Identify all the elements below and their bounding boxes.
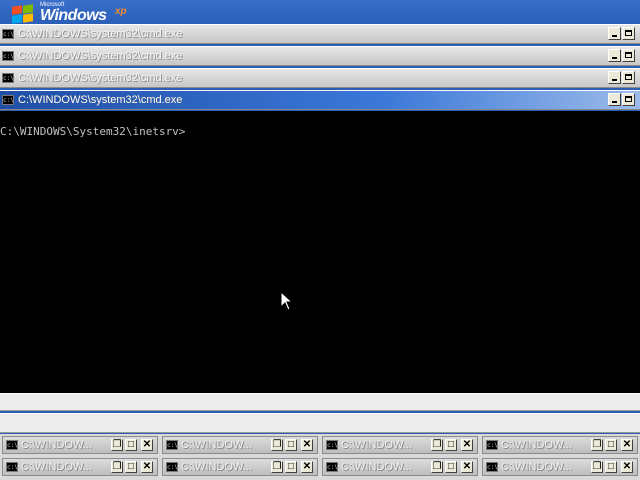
minimized-window-label: C:\WINDOW... <box>341 439 412 451</box>
cmd-icon: c:\ <box>2 73 14 83</box>
window-title: C:\WINDOWS\system32\cmd.exe <box>18 50 183 62</box>
minimized-cmd-window[interactable]: c:\ C:\WINDOW... ❐ □ ✕ <box>2 436 158 454</box>
close-button[interactable]: ✕ <box>621 461 633 473</box>
minimized-window-label: C:\WINDOW... <box>341 461 412 473</box>
active-cmd-window-title-bar[interactable]: c:\ C:\WINDOWS\system32\cmd.exe <box>0 90 640 110</box>
close-button[interactable]: ✕ <box>141 461 153 473</box>
minimize-button[interactable] <box>608 93 621 106</box>
restore-button[interactable]: ❐ <box>431 439 443 451</box>
restore-button[interactable]: ❐ <box>591 461 603 473</box>
maximize-button[interactable]: □ <box>125 461 137 473</box>
window-frame-strip <box>0 393 640 411</box>
minimize-button[interactable] <box>608 71 621 84</box>
cmd-icon: c:\ <box>486 440 498 450</box>
maximize-button[interactable]: □ <box>285 461 297 473</box>
close-button[interactable]: ✕ <box>461 439 473 451</box>
cmd-icon: c:\ <box>2 29 14 39</box>
cmd-icon: c:\ <box>166 462 178 472</box>
maximize-button[interactable]: □ <box>285 439 297 451</box>
restore-button[interactable]: ❐ <box>271 461 283 473</box>
mouse-pointer-icon <box>280 291 294 311</box>
maximize-button[interactable]: □ <box>445 461 457 473</box>
restore-button[interactable]: ❐ <box>591 439 603 451</box>
minimized-cmd-window[interactable]: c:\ C:\WINDOW... ❐ □ ✕ <box>322 436 478 454</box>
maximize-button[interactable]: □ <box>605 439 617 451</box>
maximize-button[interactable] <box>622 49 635 62</box>
maximize-button[interactable]: □ <box>445 439 457 451</box>
window-frame-strip <box>0 413 640 433</box>
cmd-icon: c:\ <box>166 440 178 450</box>
windows-flag-icon <box>12 4 34 24</box>
maximize-button[interactable]: □ <box>605 461 617 473</box>
cmd-icon: c:\ <box>486 462 498 472</box>
close-button[interactable]: ✕ <box>301 461 313 473</box>
minimized-cmd-window[interactable]: c:\ C:\WINDOW... ❐ □ ✕ <box>162 458 318 476</box>
cmd-window-title-bar[interactable]: c:\ C:\WINDOWS\system32\cmd.exe <box>0 46 640 66</box>
command-prompt[interactable]: C:\WINDOWS\System32\inetsrv> <box>0 125 185 138</box>
minimized-cmd-window[interactable]: c:\ C:\WINDOW... ❐ □ ✕ <box>482 458 638 476</box>
minimized-cmd-window[interactable]: c:\ C:\WINDOW... ❐ □ ✕ <box>162 436 318 454</box>
window-title: C:\WINDOWS\system32\cmd.exe <box>18 72 183 84</box>
cmd-icon: c:\ <box>326 440 338 450</box>
cmd-icon: c:\ <box>326 462 338 472</box>
cmd-window-title-bar[interactable]: c:\ C:\WINDOWS\system32\cmd.exe <box>0 68 640 88</box>
restore-button[interactable]: ❐ <box>111 461 123 473</box>
restore-button[interactable]: ❐ <box>111 439 123 451</box>
cmd-icon: c:\ <box>2 51 14 61</box>
cmd-window-title-bar[interactable]: c:\ C:\WINDOWS\system32\cmd.exe <box>0 24 640 44</box>
maximize-button[interactable] <box>622 27 635 40</box>
close-button[interactable]: ✕ <box>461 461 473 473</box>
minimized-window-label: C:\WINDOW... <box>501 439 572 451</box>
minimized-windows-row: c:\ C:\WINDOW... ❐ □ ✕ c:\ C:\WINDOW... … <box>0 434 640 456</box>
cmd-icon: c:\ <box>6 462 18 472</box>
console-window[interactable]: C:\WINDOWS\System32\inetsrv> <box>0 111 640 393</box>
maximize-button[interactable] <box>622 71 635 84</box>
minimize-button[interactable] <box>608 27 621 40</box>
window-title: C:\WINDOWS\system32\cmd.exe <box>18 28 183 40</box>
minimize-button[interactable] <box>608 49 621 62</box>
close-button[interactable]: ✕ <box>301 439 313 451</box>
minimized-cmd-window[interactable]: c:\ C:\WINDOW... ❐ □ ✕ <box>2 458 158 476</box>
minimized-cmd-window[interactable]: c:\ C:\WINDOW... ❐ □ ✕ <box>482 436 638 454</box>
restore-button[interactable]: ❐ <box>431 461 443 473</box>
logo-windows-text: Windows <box>40 7 107 24</box>
minimized-window-label: C:\WINDOW... <box>501 461 572 473</box>
close-button[interactable]: ✕ <box>621 439 633 451</box>
restore-button[interactable]: ❐ <box>271 439 283 451</box>
maximize-button[interactable]: □ <box>125 439 137 451</box>
window-title: C:\WINDOWS\system32\cmd.exe <box>18 94 183 106</box>
cmd-icon: c:\ <box>2 95 14 105</box>
minimized-window-label: C:\WINDOW... <box>181 461 252 473</box>
minimized-window-label: C:\WINDOW... <box>21 439 92 451</box>
maximize-button[interactable] <box>622 93 635 106</box>
minimized-windows-row: c:\ C:\WINDOW... ❐ □ ✕ c:\ C:\WINDOW... … <box>0 456 640 480</box>
desktop-background: Microsoft Windows xp <box>0 0 640 24</box>
close-button[interactable]: ✕ <box>141 439 153 451</box>
logo-xp-text: xp <box>115 6 127 17</box>
minimized-cmd-window[interactable]: c:\ C:\WINDOW... ❐ □ ✕ <box>322 458 478 476</box>
minimized-window-label: C:\WINDOW... <box>181 439 252 451</box>
cmd-icon: c:\ <box>6 440 18 450</box>
minimized-window-label: C:\WINDOW... <box>21 461 92 473</box>
